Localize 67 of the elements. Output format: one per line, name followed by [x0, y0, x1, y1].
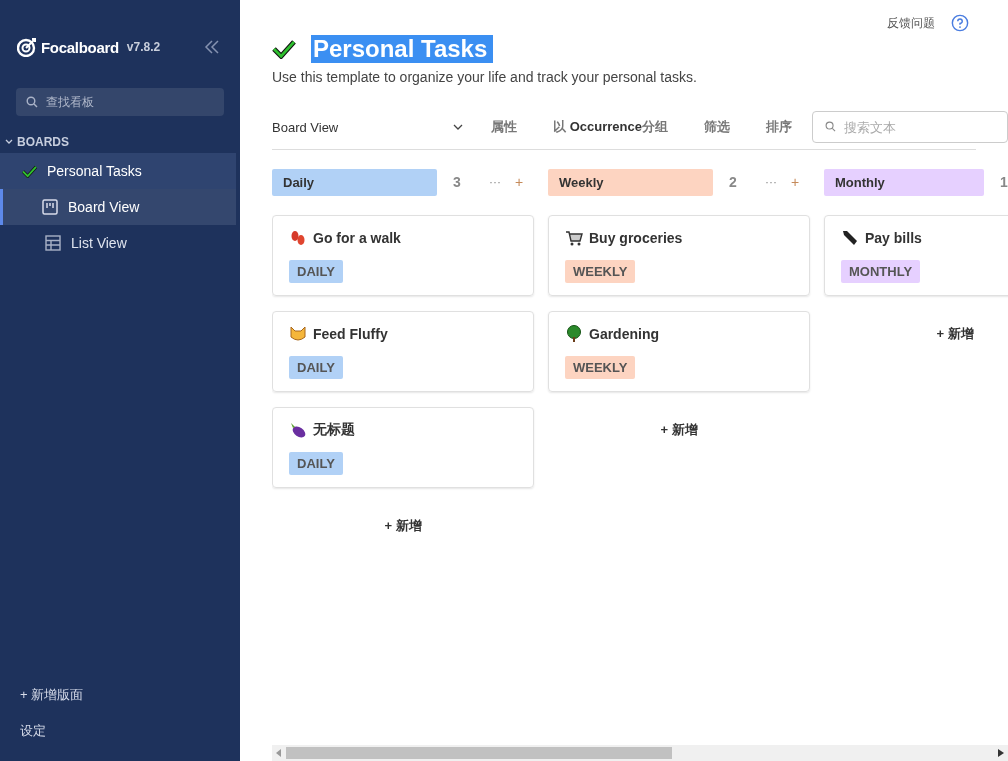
task-card[interactable]: Pay bills MONTHLY — [824, 215, 1008, 296]
horizontal-scrollbar[interactable] — [272, 745, 1008, 761]
occurrence-tag: WEEKLY — [565, 356, 636, 379]
scroll-left-icon[interactable] — [276, 749, 282, 757]
shopping-cart-icon — [565, 229, 583, 247]
tree-icon — [565, 325, 583, 343]
view-dropdown[interactable]: Board View — [272, 119, 464, 135]
task-card[interactable]: 无标题 DAILY — [272, 407, 534, 488]
card-title: Pay bills — [865, 230, 922, 246]
section-label: BOARDS — [17, 135, 69, 149]
eggplant-icon — [289, 421, 307, 439]
version-label: v7.8.2 — [126, 40, 161, 54]
column-label[interactable]: Daily — [272, 168, 437, 196]
card-count: 1 — [1000, 174, 1008, 190]
footprints-icon — [289, 229, 307, 247]
toolbar-button[interactable]: 以 Occurrence分组 — [545, 118, 676, 136]
column-label[interactable]: Weekly — [548, 168, 713, 196]
occurrence-tag: DAILY — [289, 452, 343, 475]
toolbar-button[interactable]: 属性 — [483, 118, 526, 136]
scroll-right-icon[interactable] — [998, 749, 1004, 757]
search-field[interactable]: 搜索文本 — [812, 111, 1008, 143]
add-board-button[interactable]: + 新增版面 — [0, 677, 240, 713]
occurrence-tag: MONTHLY — [841, 260, 921, 283]
chevron-down-icon — [453, 124, 464, 130]
toolbar-button[interactable]: 排序 — [758, 118, 800, 136]
card-count: 3 — [453, 174, 462, 190]
card-title: Go for a walk — [313, 230, 401, 246]
boards-section-header[interactable]: BOARDS — [0, 131, 240, 153]
cat-face-icon — [289, 325, 307, 343]
new-card-button[interactable]: + 新增 — [380, 513, 426, 539]
collapse-icon[interactable] — [204, 40, 220, 54]
occurrence-tag: DAILY — [289, 356, 343, 379]
board-description: Use this template to organize your life and track your personal tasks. — [272, 69, 698, 85]
app-name: Focalboard — [41, 38, 119, 56]
search-icon — [825, 121, 836, 132]
task-card[interactable]: Buy groceries WEEKLY — [548, 215, 810, 296]
card-title: 无标题 — [313, 421, 355, 439]
more-button[interactable]: ··· — [765, 175, 777, 189]
table-view-icon — [45, 235, 61, 251]
card-title: Buy groceries — [589, 230, 683, 246]
task-card[interactable]: Gardening WEEKLY — [548, 311, 810, 392]
search-field[interactable]: 查找看板 — [16, 88, 224, 116]
search-icon — [26, 96, 38, 108]
task-card[interactable]: Go for a walk DAILY — [272, 215, 534, 296]
board-item[interactable]: Personal Tasks — [0, 153, 236, 189]
chevron-icon — [5, 139, 13, 145]
checkmark-icon — [22, 164, 37, 178]
card-title: Feed Fluffy — [313, 326, 388, 342]
board-view-icon — [42, 199, 58, 215]
settings-link[interactable]: 设定 — [0, 713, 240, 749]
feedback-link[interactable]: 反馈问题 — [887, 14, 935, 32]
more-button[interactable]: ··· — [489, 175, 501, 189]
occurrence-tag: DAILY — [289, 260, 343, 283]
card-title: Gardening — [589, 326, 659, 342]
card-count: 2 — [729, 174, 738, 190]
help-icon[interactable] — [951, 14, 969, 32]
task-card[interactable]: Feed Fluffy DAILY — [272, 311, 534, 392]
new-card-button[interactable]: + 新增 — [656, 417, 702, 443]
target-logo-icon — [17, 37, 37, 57]
toolbar-button[interactable]: 筛选 — [696, 118, 738, 136]
view-item[interactable]: Board View — [0, 189, 236, 225]
checkmark-icon — [272, 39, 296, 59]
occurrence-tag: WEEKLY — [565, 260, 636, 283]
view-item[interactable]: List View — [0, 225, 236, 261]
pen-icon — [841, 229, 859, 247]
new-card-button[interactable]: + 新增 — [932, 321, 978, 347]
column-label[interactable]: Monthly — [824, 168, 984, 196]
